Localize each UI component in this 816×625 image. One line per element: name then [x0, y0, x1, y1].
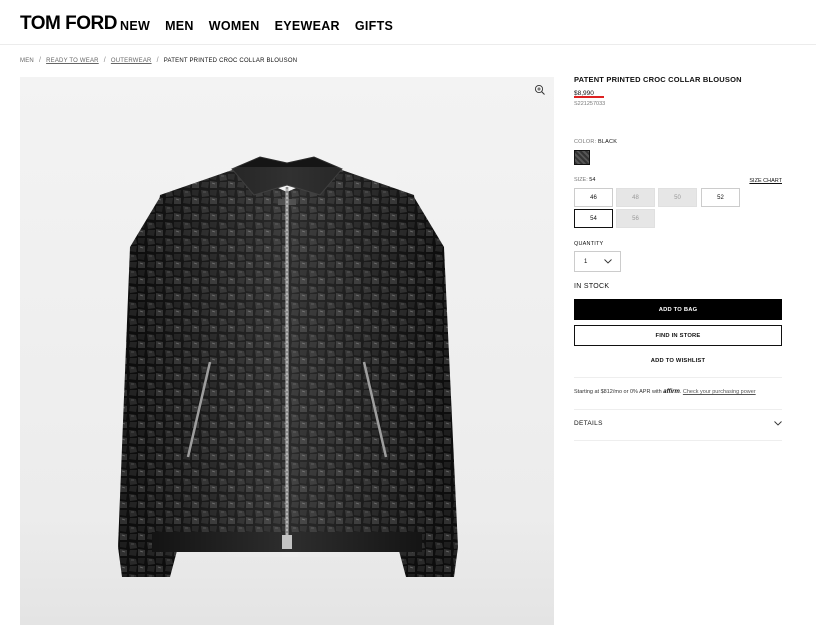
nav-new[interactable]: NEW	[120, 19, 150, 33]
color-label: COLOR: BLACK	[574, 139, 617, 145]
color-label-text: COLOR:	[574, 139, 597, 145]
quantity-label: QUANTITY	[574, 241, 604, 247]
price-underline	[574, 96, 604, 98]
size-option-50[interactable]: 50	[658, 188, 697, 207]
breadcrumb-ready-to-wear[interactable]: READY TO WEAR	[46, 58, 99, 64]
divider	[574, 377, 782, 378]
breadcrumb-separator: /	[103, 57, 106, 64]
breadcrumb-outerwear[interactable]: OUTERWEAR	[111, 58, 152, 64]
financing-text: Starting at $812/mo or 0% APR with	[574, 389, 662, 395]
quantity-value: 1	[584, 258, 588, 265]
product-title: PATENT PRINTED CROC COLLAR BLOUSON	[574, 75, 742, 84]
details-accordion-label[interactable]: DETAILS	[574, 420, 603, 427]
add-to-bag-button[interactable]: ADD TO BAG	[574, 299, 782, 320]
chevron-down-icon[interactable]	[774, 421, 782, 426]
find-in-store-button[interactable]: FIND IN STORE	[574, 325, 782, 346]
size-label-text: SIZE:	[574, 177, 588, 183]
financing-message: Starting at $812/mo or 0% APR with affir…	[574, 389, 756, 395]
size-option-48[interactable]: 48	[616, 188, 655, 207]
size-chart-link[interactable]: SIZE CHART	[749, 178, 782, 184]
breadcrumb-separator: /	[38, 57, 42, 64]
brand-logo[interactable]: TOM FORD	[20, 13, 117, 35]
color-swatch-black[interactable]	[574, 150, 590, 165]
nav-men[interactable]: MEN	[165, 19, 194, 33]
breadcrumb-current: PATENT PRINTED CROC COLLAR BLOUSON	[163, 57, 298, 64]
product-sku: S221257033	[574, 101, 606, 107]
jacket-illustration	[118, 156, 458, 577]
site-header: TOM FORD NEW MEN WOMEN EYEWEAR GIFTS	[0, 0, 816, 45]
product-info-panel: PATENT PRINTED CROC COLLAR BLOUSON $8,99…	[574, 75, 782, 441]
quantity-select[interactable]: 1	[574, 251, 621, 272]
size-option-52[interactable]: 52	[701, 188, 740, 207]
divider	[574, 409, 782, 410]
product-image[interactable]	[20, 77, 554, 625]
size-option-56[interactable]: 56	[616, 209, 655, 228]
affirm-logo: affirm	[663, 389, 680, 395]
breadcrumb: MEN / READY TO WEAR / OUTERWEAR / PATENT…	[20, 57, 297, 64]
add-to-wishlist-button[interactable]: ADD TO WISHLIST	[574, 358, 782, 364]
size-value: 54	[589, 177, 596, 183]
chevron-down-icon	[604, 259, 612, 264]
purchasing-power-link[interactable]: Check your purchasing power	[683, 389, 756, 395]
size-option-46[interactable]: 46	[574, 188, 613, 207]
stock-status: IN STOCK	[574, 283, 610, 290]
nav-eyewear[interactable]: EYEWEAR	[275, 19, 340, 33]
color-value: BLACK	[598, 139, 618, 145]
breadcrumb-men[interactable]: MEN	[20, 58, 34, 64]
nav-women[interactable]: WOMEN	[209, 19, 260, 33]
size-option-54[interactable]: 54	[574, 209, 613, 228]
nav-gifts[interactable]: GIFTS	[355, 19, 393, 33]
divider	[574, 440, 782, 441]
breadcrumb-separator: /	[156, 57, 159, 64]
size-label: SIZE: 54	[574, 177, 595, 183]
main-nav: NEW MEN WOMEN EYEWEAR GIFTS	[120, 19, 393, 33]
